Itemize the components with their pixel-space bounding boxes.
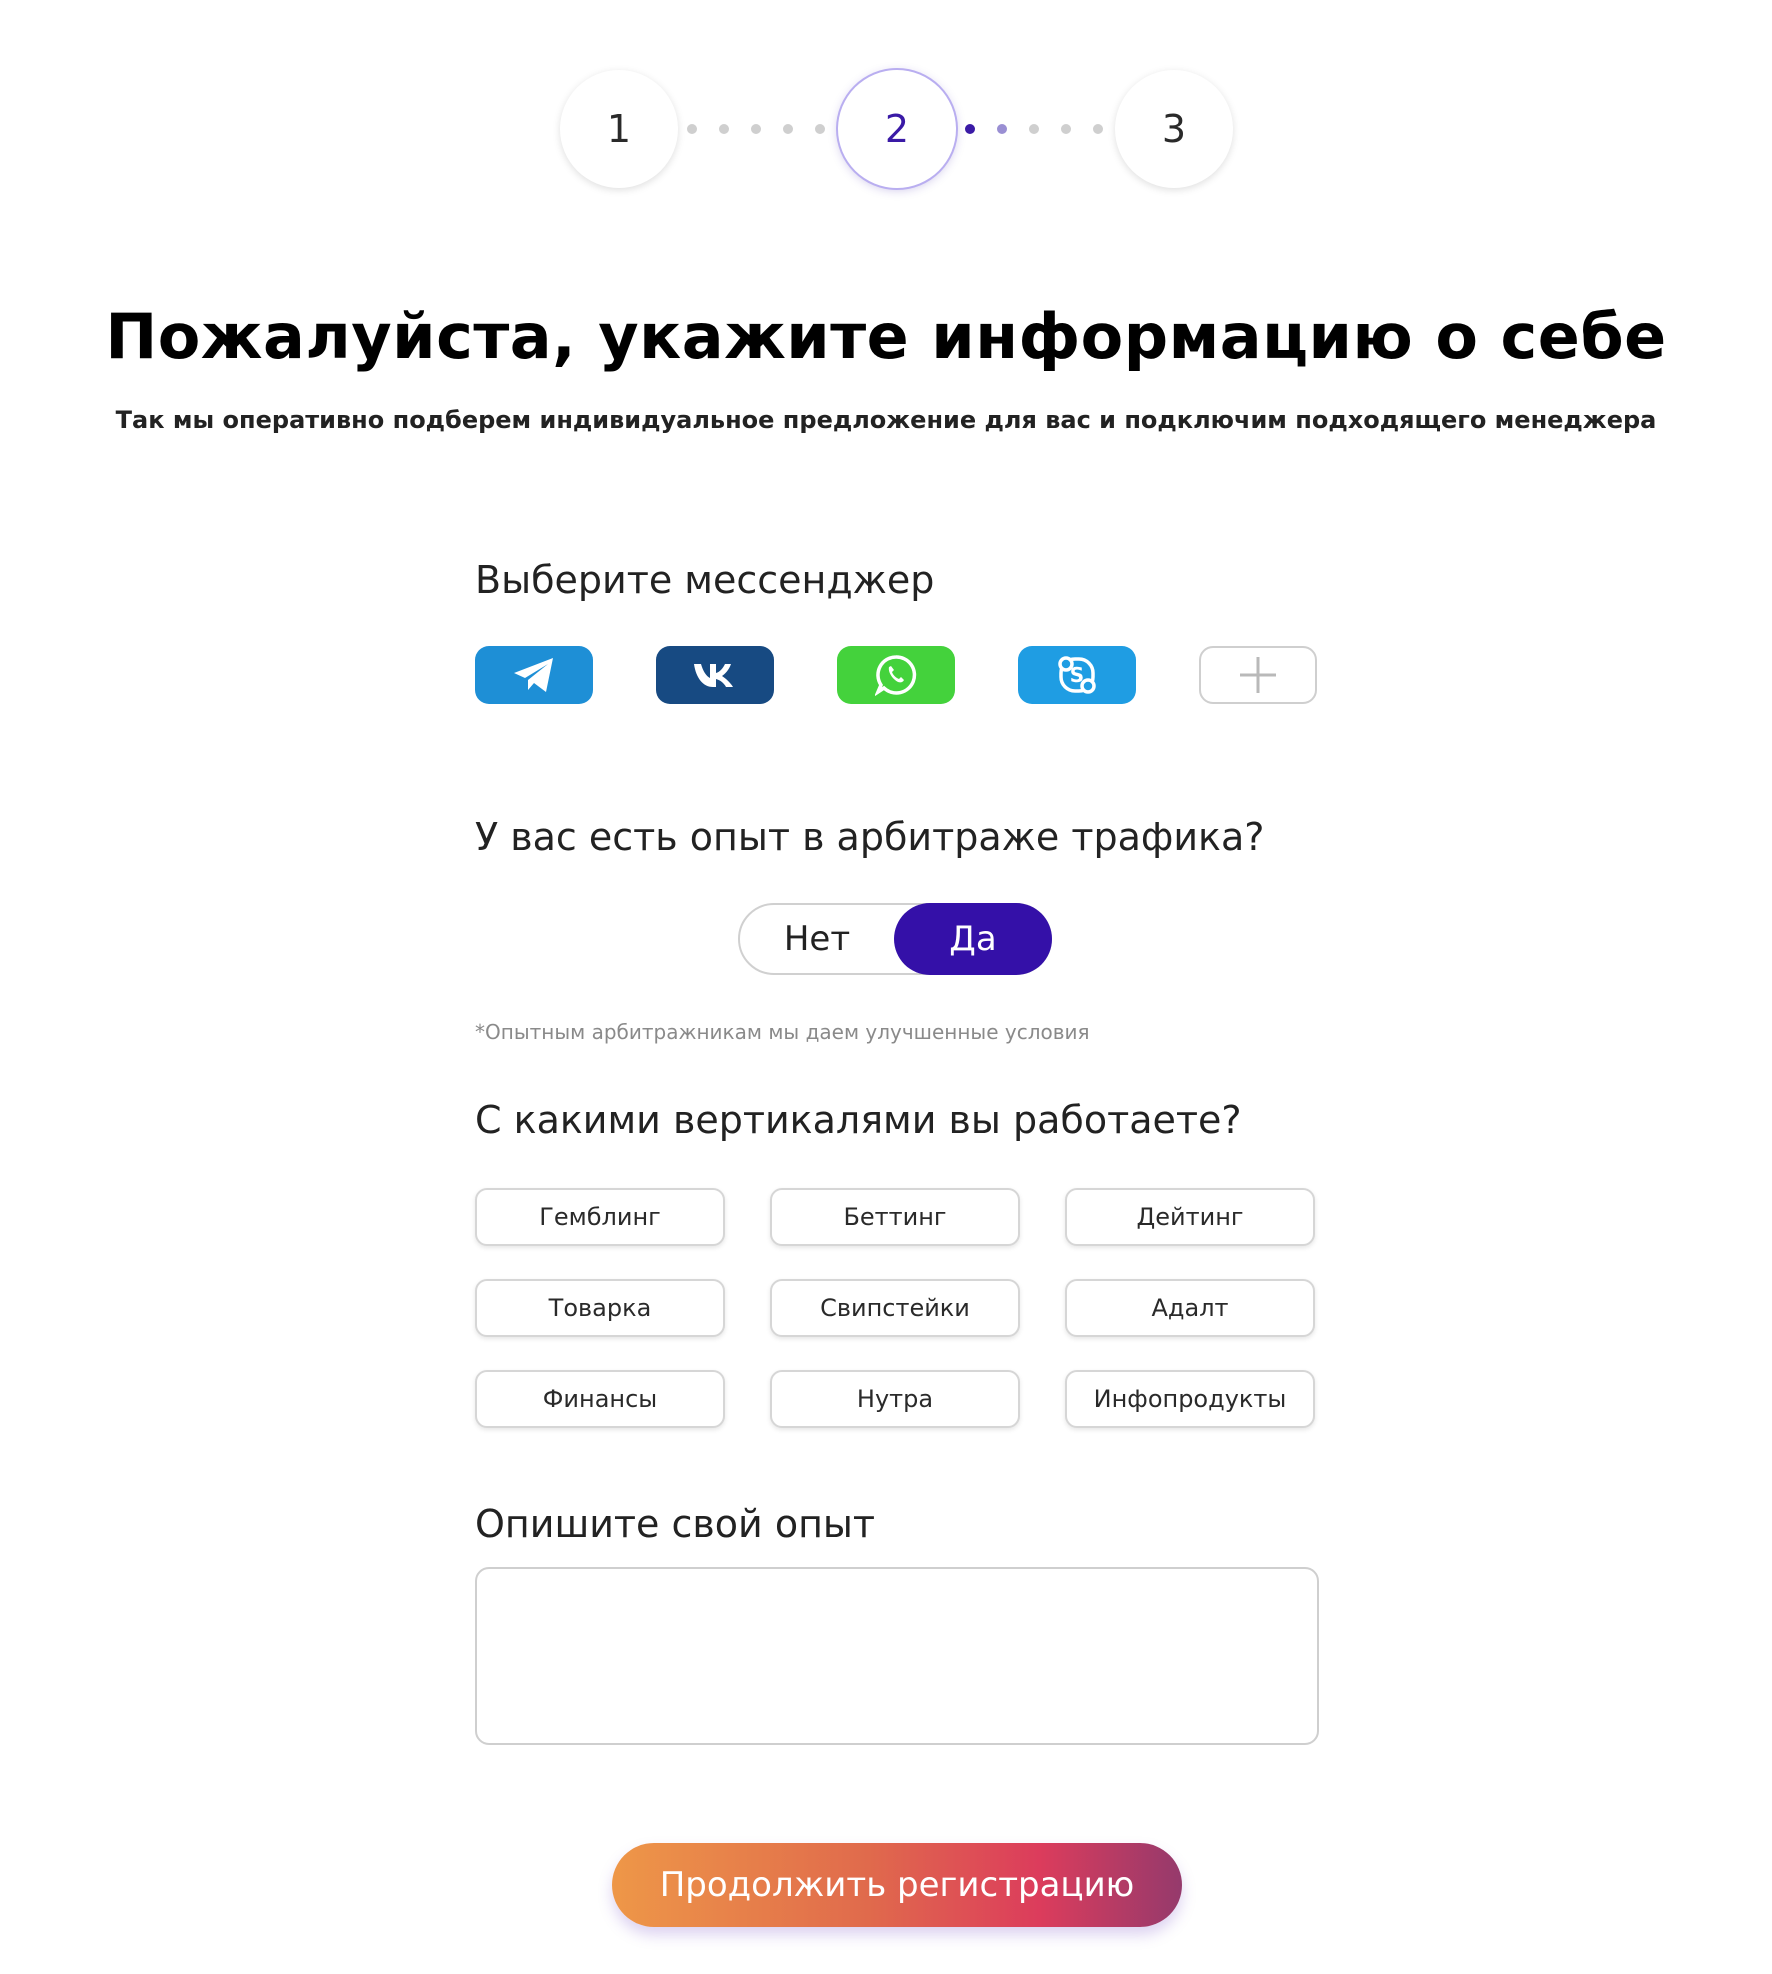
continue-registration-button[interactable]: Продолжить регистрацию <box>612 1843 1182 1927</box>
description-label: Опишите свой опыт <box>475 1502 876 1546</box>
add-messenger-button[interactable] <box>1199 646 1317 704</box>
step-1[interactable]: 1 <box>560 70 678 188</box>
experience-no-option[interactable]: Нет <box>738 903 896 975</box>
vertical-chip-sweepstakes[interactable]: Свипстейки <box>770 1279 1020 1337</box>
step-2-number: 2 <box>884 107 910 151</box>
registration-stepper: 1 2 3 <box>0 0 1772 200</box>
vertical-chip-gambling[interactable]: Гемблинг <box>475 1188 725 1246</box>
step-3-number: 3 <box>1161 107 1187 151</box>
step-1-number: 1 <box>606 107 632 151</box>
page-title: Пожалуйста, укажите информацию о себе <box>105 300 1667 373</box>
verticals-label: С какими вертикалями вы работаете? <box>475 1098 1242 1142</box>
vertical-chip-dating[interactable]: Дейтинг <box>1065 1188 1315 1246</box>
experience-yes-option[interactable]: Да <box>894 903 1052 975</box>
experience-note: *Опытным арбитражникам мы даем улучшенны… <box>475 1020 1090 1044</box>
skype-icon: S <box>1058 656 1096 694</box>
vk-icon <box>694 664 733 687</box>
vertical-chip-finance[interactable]: Финансы <box>475 1370 725 1428</box>
step-2-active[interactable]: 2 <box>838 70 956 188</box>
vertical-chip-goods[interactable]: Товарка <box>475 1279 725 1337</box>
step-3[interactable]: 3 <box>1115 70 1233 188</box>
page-subtitle: Так мы оперативно подберем индивидуально… <box>115 406 1657 434</box>
experience-description-input[interactable] <box>475 1567 1319 1745</box>
skype-button[interactable]: S <box>1018 646 1136 704</box>
svg-text:S: S <box>1070 663 1084 687</box>
vk-button[interactable] <box>656 646 774 704</box>
vertical-chip-nutra[interactable]: Нутра <box>770 1370 1020 1428</box>
messenger-label: Выберите мессенджер <box>475 558 935 602</box>
whatsapp-icon <box>875 655 917 696</box>
plus-icon <box>1240 657 1276 693</box>
experience-label: У вас есть опыт в арбитраже трафика? <box>475 815 1265 859</box>
telegram-button[interactable] <box>475 646 593 704</box>
vertical-chip-adult[interactable]: Адалт <box>1065 1279 1315 1337</box>
whatsapp-button[interactable] <box>837 646 955 704</box>
experience-toggle: Нет Да <box>738 903 1052 975</box>
vertical-chip-betting[interactable]: Беттинг <box>770 1188 1020 1246</box>
telegram-icon <box>514 658 553 692</box>
vertical-chip-infoproducts[interactable]: Инфопродукты <box>1065 1370 1315 1428</box>
